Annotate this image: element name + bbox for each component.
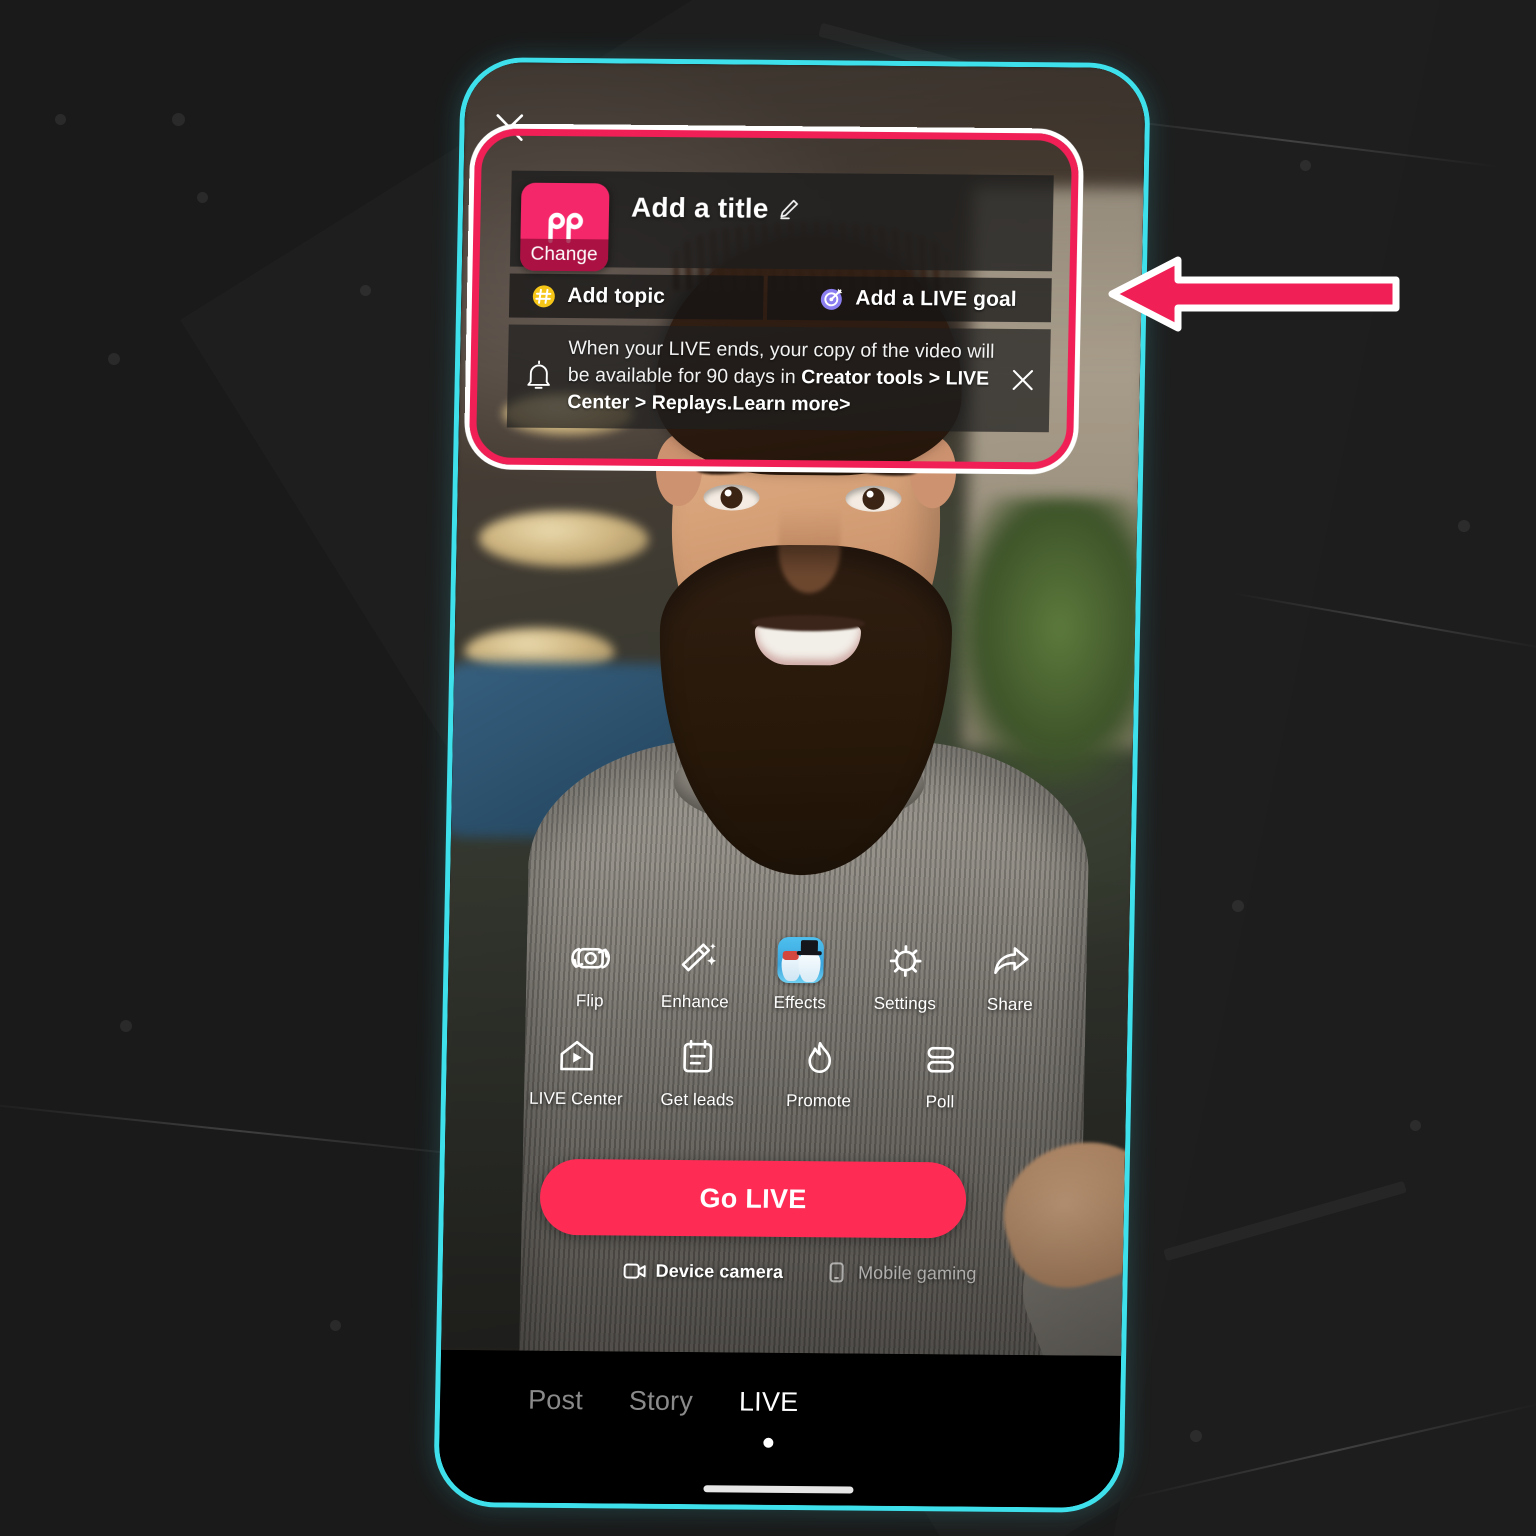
background-dot [1232, 900, 1244, 912]
change-label: Change [519, 238, 609, 272]
gear-icon [882, 938, 929, 984]
tool-share-label: Share [986, 994, 1033, 1015]
home-indicator [703, 1485, 854, 1494]
tool-share[interactable]: Share [962, 938, 1059, 1015]
phone-frame: Change Add a title Add topic Add a LIVE … [433, 57, 1151, 1513]
quick-action-chips: Add topic Add a LIVE goal [508, 273, 1052, 323]
banner-close-icon[interactable] [1010, 367, 1036, 393]
live-source-selector: Device camera Mobile gaming [622, 1260, 1052, 1286]
banner-line2-bold: Creator tools > LIVE [801, 365, 990, 390]
share-arrow-icon [987, 939, 1034, 985]
change-cover-button[interactable]: Change [519, 182, 610, 272]
background-streak [1125, 1401, 1536, 1501]
banner-line3-bold: Center > Replays.Learn more> [567, 390, 851, 416]
tab-story-label: Story [628, 1385, 694, 1417]
background-dot [330, 1320, 341, 1331]
tool-enhance-label: Enhance [660, 991, 729, 1012]
background-dot [1458, 520, 1470, 532]
hashtag-icon [531, 283, 556, 308]
tool-promote-label: Promote [785, 1090, 852, 1111]
bell-icon [523, 360, 554, 392]
magic-wand-icon [672, 936, 719, 982]
background-dot [108, 353, 120, 365]
tool-flip[interactable]: Flip [542, 935, 639, 1012]
pencil-icon[interactable] [777, 198, 799, 220]
house-play-icon [553, 1033, 600, 1079]
tool-enhance[interactable]: Enhance [647, 936, 744, 1013]
phone-mockup: Change Add a title Add topic Add a LIVE … [433, 57, 1151, 1513]
go-live-button[interactable]: Go LIVE [539, 1158, 967, 1239]
tool-settings-label: Settings [873, 993, 937, 1014]
capture-mode-tabbar: Post Story LIVE [438, 1349, 1122, 1508]
background-dot [172, 113, 185, 126]
background-dot [1190, 1430, 1202, 1442]
phone-screen: Change Add a title Add topic Add a LIVE … [438, 62, 1146, 1508]
background-dot [1300, 160, 1311, 171]
add-title-field[interactable]: Add a title [631, 192, 800, 225]
tool-promote[interactable]: Promote [770, 1035, 867, 1112]
add-live-goal-label: Add a LIVE goal [855, 286, 1017, 311]
tool-effects[interactable]: Effects [752, 936, 849, 1014]
phone-icon [825, 1261, 849, 1283]
tool-effects-label: Effects [773, 992, 827, 1013]
capture-mode-tabs: Post Story LIVE [440, 1350, 1121, 1425]
banner-line1: When your LIVE ends, your copy of the vi… [568, 337, 995, 363]
background-dot [360, 285, 371, 296]
tab-story[interactable]: Story [629, 1386, 694, 1422]
tab-live-label: LIVE [738, 1386, 799, 1418]
tool-live-center[interactable]: LIVE Center [528, 1033, 625, 1110]
effects-thumbnail-icon [777, 936, 825, 984]
source-mobile-gaming-label: Mobile gaming [857, 1262, 977, 1284]
tab-post-label: Post [527, 1384, 584, 1416]
flip-camera-icon [567, 935, 614, 981]
tool-live-center-label: LIVE Center [528, 1088, 623, 1109]
add-topic-label: Add topic [567, 284, 666, 308]
background-dot [120, 1020, 132, 1032]
tools-row-1: Flip Enhance Effects Settings Share [500, 934, 1087, 1015]
screenshot-canvas: Change Add a title Add topic Add a LIVE … [0, 0, 1536, 1536]
poll-bars-icon [917, 1036, 964, 1082]
tab-post[interactable]: Post [527, 1384, 584, 1420]
tool-get-leads[interactable]: Get leads [649, 1034, 746, 1111]
flame-icon [796, 1035, 843, 1081]
clipboard-icon [675, 1034, 722, 1080]
background-dot [197, 192, 208, 203]
add-title-text: Add a title [630, 191, 769, 224]
background-dot [1410, 1120, 1421, 1131]
go-live-label: Go LIVE [699, 1182, 807, 1214]
tool-poll-label: Poll [925, 1092, 955, 1112]
background-streak [1232, 592, 1536, 650]
tool-get-leads-label: Get leads [660, 1089, 735, 1110]
background-bar [1163, 1180, 1407, 1262]
tool-settings[interactable]: Settings [857, 938, 954, 1015]
live-setup-panels: Change Add a title Add topic Add a LIVE … [506, 170, 1054, 432]
source-mobile-gaming[interactable]: Mobile gaming [825, 1261, 977, 1284]
tool-flip-label: Flip [575, 991, 604, 1011]
video-camera-icon [622, 1260, 646, 1282]
title-panel: Change Add a title [509, 170, 1054, 272]
tool-poll[interactable]: Poll [892, 1036, 989, 1113]
tools-row-2: LIVE Center Get leads Promote Poll [498, 1010, 1086, 1113]
source-device-camera[interactable]: Device camera [622, 1260, 783, 1283]
close-icon[interactable] [492, 110, 527, 144]
live-tools-grid: Flip Enhance Effects Settings Share LIVE… [498, 934, 1087, 1113]
background-dot [55, 114, 66, 125]
banner-line2-pre: be available for 90 days in [567, 363, 802, 388]
replay-notice-text: When your LIVE ends, your copy of the vi… [567, 335, 1037, 420]
replay-notice-banner: When your LIVE ends, your copy of the vi… [506, 324, 1051, 432]
target-dart-icon [819, 286, 844, 311]
source-device-camera-label: Device camera [655, 1260, 784, 1282]
add-live-goal-chip[interactable]: Add a LIVE goal [766, 275, 1052, 323]
tab-live[interactable]: LIVE [739, 1387, 799, 1423]
add-topic-chip[interactable]: Add topic [508, 273, 764, 320]
